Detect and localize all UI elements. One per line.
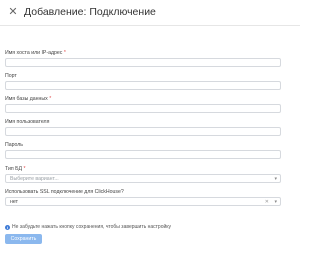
password-input[interactable] xyxy=(5,150,281,159)
save-hint: i Не забудьте нажать кнопку сохранения, ч… xyxy=(5,224,172,230)
host-label: Имя хоста или IP-адрес * xyxy=(5,50,66,56)
ssl-label: Использовать SSL подключение для ClickHo… xyxy=(5,189,124,195)
chevron-down-icon[interactable]: ▾ xyxy=(274,176,277,182)
ssl-value: нет xyxy=(10,199,18,205)
host-input[interactable] xyxy=(5,58,281,67)
ssl-select[interactable]: нет ✕ ▾ xyxy=(5,197,281,206)
database-input[interactable] xyxy=(5,104,281,113)
page-title: Добавление: Подключение xyxy=(24,6,156,18)
username-label: Имя пользователя xyxy=(5,119,50,125)
username-input[interactable] xyxy=(5,127,281,136)
save-button[interactable]: Сохранить xyxy=(5,234,42,244)
port-label: Порт xyxy=(5,73,17,79)
password-label: Пароль xyxy=(5,142,23,148)
dialog-header: ✕ Добавление: Подключение xyxy=(0,0,300,26)
info-icon: i xyxy=(5,225,10,230)
db-type-label: Тип БД * xyxy=(5,166,26,172)
chevron-down-icon[interactable]: ▾ xyxy=(274,199,277,205)
clear-icon[interactable]: ✕ xyxy=(265,199,269,205)
port-input[interactable] xyxy=(5,81,281,90)
database-label: Имя базы данных * xyxy=(5,96,52,102)
db-type-placeholder: Выберите вариант... xyxy=(10,176,59,182)
db-type-select[interactable]: Выберите вариант... ▾ xyxy=(5,174,281,183)
close-icon[interactable]: ✕ xyxy=(8,6,18,18)
